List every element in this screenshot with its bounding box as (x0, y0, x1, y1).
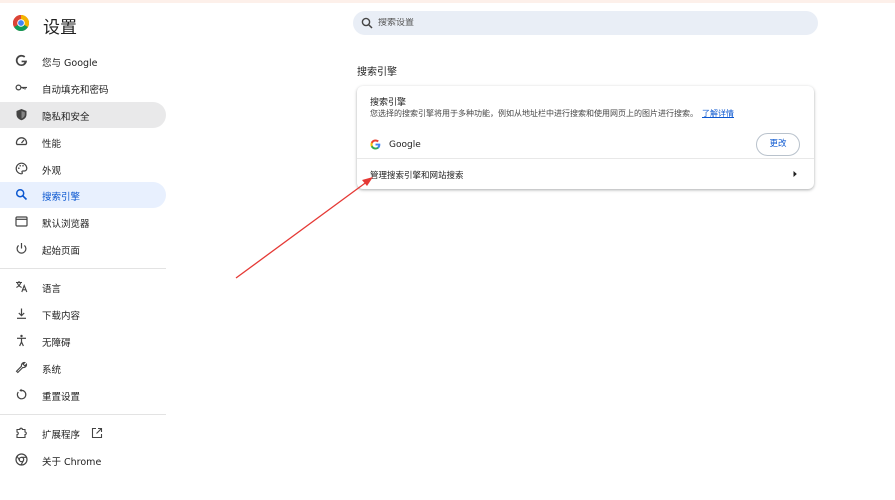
google-g-icon (370, 139, 381, 150)
card-heading: 搜索引擎 (370, 98, 407, 108)
sidebar-item-label: 下载内容 (42, 311, 81, 322)
accessibility-icon (17, 334, 26, 347)
sidebar-item-label: 无障碍 (42, 338, 71, 349)
top-border (0, 0, 895, 3)
sidebar-item-performance[interactable]: 性能 (0, 129, 166, 155)
learn-more-link[interactable]: 了解详情 (702, 109, 734, 118)
browser-window-icon (15, 216, 28, 227)
sidebar-item-label: 隐私和安全 (42, 112, 90, 123)
sidebar-item-label: 关于 Chrome (42, 457, 102, 468)
sidebar-item-on-startup[interactable]: 起始页面 (0, 236, 166, 262)
sidebar-item-system[interactable]: 系统 (0, 355, 166, 381)
key-icon (15, 84, 27, 91)
search-bar[interactable] (353, 11, 818, 35)
sidebar-item-label: 系统 (42, 365, 62, 376)
search-engine-name: Google (389, 140, 421, 150)
search-engine-card: 搜索引擎 您选择的搜索引擎将用于多种功能，例如从地址栏中进行搜索和使用网页上的图… (357, 86, 814, 189)
description-text: 您选择的搜索引擎将用于多种功能，例如从地址栏中进行搜索和使用网页上的图片进行搜索… (370, 109, 698, 118)
card-description: 您选择的搜索引擎将用于多种功能，例如从地址栏中进行搜索和使用网页上的图片进行搜索… (370, 108, 734, 119)
sidebar-item-label: 重置设置 (42, 392, 81, 403)
puzzle-icon (16, 427, 27, 439)
sidebar-item-label: 外观 (42, 166, 62, 177)
sidebar-item-search-engine[interactable]: 搜索引擎 (0, 182, 166, 208)
search-input[interactable] (378, 18, 798, 28)
sidebar-item-label: 语言 (42, 284, 62, 295)
sidebar-item-label: 扩展程序 (42, 430, 81, 441)
page-title: 设置 (43, 18, 77, 38)
sidebar-item-languages[interactable]: 语言 (0, 274, 166, 300)
sidebar-item-you-and-google[interactable]: 您与 Google (0, 48, 166, 74)
sidebar-item-extensions[interactable]: 扩展程序 (0, 420, 166, 446)
sidebar-item-label: 起始页面 (42, 246, 81, 257)
power-icon (16, 243, 27, 254)
sidebar-item-about-chrome[interactable]: 关于 Chrome (0, 447, 166, 473)
open-in-new-icon[interactable] (91, 427, 103, 439)
section-title: 搜索引擎 (357, 67, 397, 78)
search-icon (15, 188, 28, 201)
chrome-icon (15, 453, 28, 466)
sidebar-item-reset-settings[interactable]: 重置设置 (0, 382, 166, 408)
sidebar-item-label: 默认浏览器 (42, 219, 90, 230)
search-icon (361, 17, 373, 29)
sidebar-item-downloads[interactable]: 下载内容 (0, 301, 166, 327)
shield-icon (16, 109, 27, 121)
manage-search-engines-row[interactable]: 管理搜索引擎和网站搜索 (357, 159, 814, 189)
download-icon (17, 308, 26, 319)
sidebar-item-appearance[interactable]: 外观 (0, 156, 166, 182)
change-button[interactable]: 更改 (756, 133, 800, 156)
search-engine-row: Google 更改 (370, 132, 802, 158)
sidebar-item-autofill[interactable]: 自动填充和密码 (0, 75, 166, 101)
sidebar-item-accessibility[interactable]: 无障碍 (0, 328, 166, 354)
speedometer-icon (15, 137, 28, 146)
chrome-logo-icon (13, 15, 29, 31)
sidebar-item-label: 您与 Google (42, 58, 98, 69)
google-g-icon (15, 54, 27, 67)
sidebar-item-label: 搜索引擎 (42, 192, 81, 203)
sidebar-item-default-browser[interactable]: 默认浏览器 (0, 209, 166, 235)
sidebar-item-privacy[interactable]: 隐私和安全 (0, 102, 166, 128)
sidebar-divider (0, 268, 166, 269)
sidebar-item-label: 性能 (42, 139, 62, 150)
wrench-icon (15, 361, 28, 374)
sidebar-item-label: 自动填充和密码 (42, 85, 109, 96)
manage-search-engines-label: 管理搜索引擎和网站搜索 (370, 171, 464, 181)
translate-icon (16, 281, 28, 293)
reset-icon (16, 388, 27, 400)
palette-icon (15, 162, 28, 175)
chevron-right-icon (793, 171, 797, 177)
sidebar-divider (0, 414, 166, 415)
